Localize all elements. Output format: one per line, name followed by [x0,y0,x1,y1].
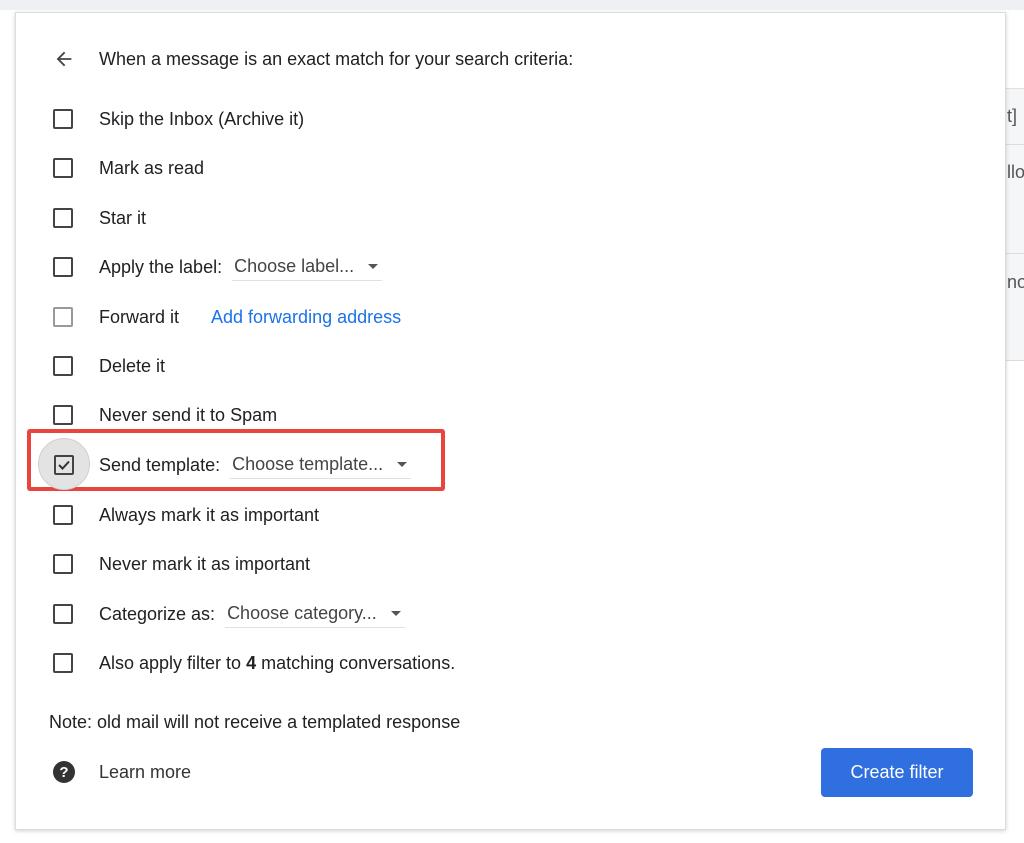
dialog-title: When a message is an exact match for you… [99,48,574,69]
checkbox[interactable] [53,505,73,525]
select-value: Choose label... [234,255,355,276]
send-template-checkbox[interactable] [54,455,74,475]
option-label: Never send it to Spam [99,404,278,425]
background-toolbar [0,0,1024,10]
background-text: llo [1007,162,1024,182]
background-divider [1006,253,1024,254]
filter-dialog: When a message is an exact match for you… [15,12,1006,830]
dropdown-caret-icon [368,263,379,269]
add-forwarding-address-link[interactable]: Add forwarding address [211,307,401,328]
checkbox[interactable] [53,257,73,277]
option-label: Delete it [99,355,166,376]
learn-more-link[interactable]: Learn more [99,762,191,783]
background-divider [1006,144,1024,145]
background-divider [1006,360,1024,361]
dropdown-caret-icon [390,610,401,616]
option-label: Apply the label: [99,256,223,277]
dropdown-caret-icon [397,461,408,467]
help-icon[interactable]: ? [53,761,75,783]
checkbox[interactable] [53,208,73,228]
match-count: 4 [246,652,257,673]
template-select[interactable]: Choose template... [230,452,412,479]
checkbox[interactable] [53,604,73,624]
select-value: Choose category... [227,602,377,623]
checkbox[interactable] [53,158,73,178]
option-label: Always mark it as important [99,504,320,525]
select-value: Choose template... [232,453,384,474]
background-text: no [1007,272,1024,292]
checkbox[interactable] [53,307,73,327]
option-label: Also apply filter to [99,652,247,673]
option-label: Categorize as: [99,603,216,624]
note-text: Note: old mail will not receive a templa… [49,711,461,732]
option-label: Never mark it as important [99,553,311,574]
background-text: t] [1007,106,1018,126]
option-label: matching conversations. [256,652,456,673]
option-label: Skip the Inbox (Archive it) [99,108,305,129]
checkbox[interactable] [53,109,73,129]
option-label: Star it [99,207,147,228]
label-select[interactable]: Choose label... [232,254,383,281]
category-select[interactable]: Choose category... [225,601,405,628]
checkbox[interactable] [53,554,73,574]
dialog-header: When a message is an exact match for you… [16,44,916,74]
option-label: Mark as read [99,157,205,178]
checkbox[interactable] [53,653,73,673]
checkbox[interactable] [53,405,73,425]
back-arrow-icon[interactable] [53,48,75,70]
background-panel [1006,88,1024,360]
note: Note: old mail will not receive a templa… [49,707,460,737]
create-filter-button[interactable]: Create filter [821,748,973,797]
option-label: Send template: [99,454,221,475]
checkbox[interactable] [53,356,73,376]
option-label: Forward it [99,306,180,327]
checkmark-icon [58,460,70,470]
